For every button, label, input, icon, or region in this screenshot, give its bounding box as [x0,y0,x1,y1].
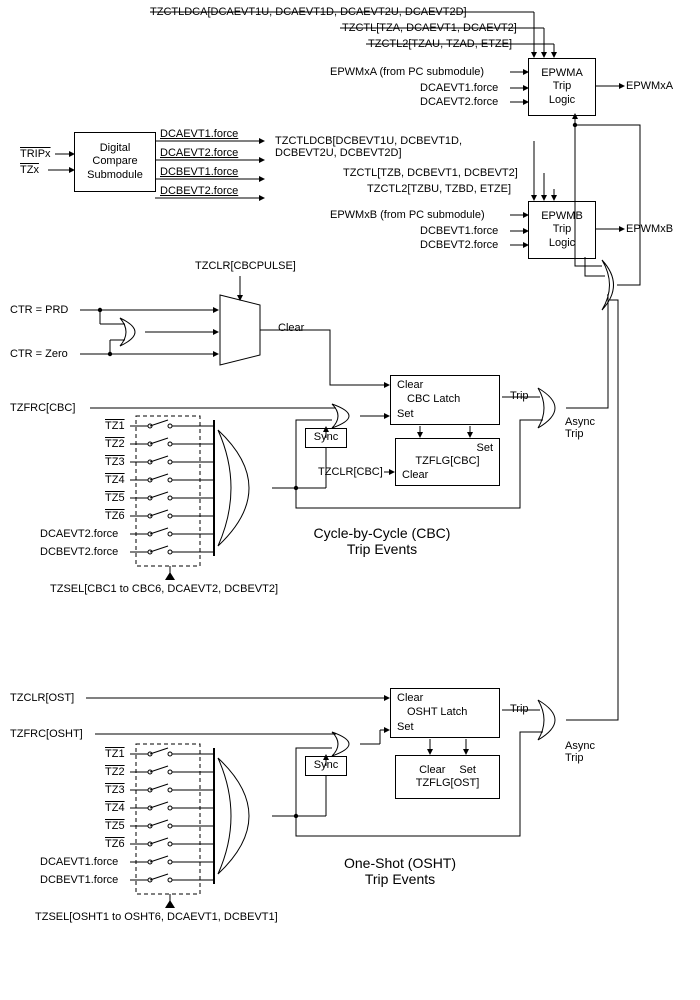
cbc-tz3: TZ3 [105,456,125,468]
label-tzclr-cbc: TZCLR[CBC] [318,466,383,478]
osht-dcb1f: DCBEVT1.force [40,874,118,886]
osht-flg-name: TZFLG[OST] [416,777,480,790]
label-dcb1force: DCBEVT1.force [420,225,498,237]
cbc-dcb2f: DCBEVT2.force [40,546,118,558]
box-cbc-flag: Set TZFLG[CBC] Clear [395,438,500,486]
cbc-latch-set: Set [397,408,414,421]
cbc-tz5: TZ5 [105,492,125,504]
label-tzclr-ost: TZCLR[OST] [10,692,74,704]
muxsel-01: 01 [228,305,239,316]
box-osht-flag: Clear Set TZFLG[OST] [395,755,500,799]
label-tzctl2-b: TZCTL2[TZBU, TZBD, ETZE] [367,183,511,195]
cbc-latch-clear: Clear [397,379,423,392]
osht-dca1f: DCAEVT1.force [40,856,118,868]
osht-tz1: TZ1 [105,748,125,760]
label-dca1force: DCAEVT1.force [420,82,498,94]
osht-latch-set: Set [397,721,414,734]
muxsel-00: 00 [228,345,239,356]
label-tzctldcb: TZCTLDCB[DCBEVT1U, DCBEVT1D, DCBEVT2U, D… [275,135,462,159]
label-tzctl2-a: TZCTL2[TZAU, TZAD, ETZE] [368,38,512,50]
box-digital-compare: Digital Compare Submodule [74,132,156,192]
label-epwmxa-in: EPWMxA (from PC submodule) [330,66,484,78]
label-tzctl-b: TZCTL[TZB, DCBEVT1, DCBEVT2] [343,167,518,179]
box-cbc-latch: Clear CBC Latch Set [390,375,500,425]
box-epwmb-trip-logic: EPWMB Trip Logic [528,201,596,259]
muxsel-10: 10 [228,325,239,336]
label-tripx: TRIPx [20,148,51,160]
label-epwmxa-out: EPWMxA [626,80,673,92]
label-cbc-trip: Trip [510,390,529,402]
box-osht-latch: Clear OSHT Latch Set [390,688,500,738]
cbc-dca2f: DCAEVT2.force [40,528,118,540]
label-dcaevt2f: DCAEVT2.force [160,147,238,159]
label-tzclr-cbcpulse: TZCLR[CBCPULSE] [195,260,296,272]
label-dcb2force: DCBEVT2.force [420,239,498,251]
label-ctr-zero: CTR = Zero [10,348,68,360]
title-cbc: Cycle-by-Cycle (CBC) Trip Events [282,525,482,557]
label-tzctldca: TZCTLDCA[DCAEVT1U, DCAEVT1D, DCAEVT2U, D… [150,6,467,18]
label-dca2force: DCAEVT2.force [420,96,498,108]
osht-tz2: TZ2 [105,766,125,778]
label-dcbevt2f: DCBEVT2.force [160,185,238,197]
box-cbc-sync: Sync [305,428,347,448]
label-dcaevt1f: DCAEVT1.force [160,128,238,140]
osht-latch-name: OSHT Latch [407,706,467,719]
osht-flg-clear: Clear [419,764,445,777]
title-osht: One-Shot (OSHT) Trip Events [300,855,500,887]
osht-tz5: TZ5 [105,820,125,832]
cbc-tz2: TZ2 [105,438,125,450]
label-tzfrc-osht: TZFRC[OSHT] [10,728,83,740]
osht-latch-clear: Clear [397,692,423,705]
cbc-latch-name: CBC Latch [407,393,460,406]
label-tzx: TZx [20,164,39,176]
label-tzsel-cbc: TZSEL[CBC1 to CBC6, DCAEVT2, DCBEVT2] [50,583,278,595]
label-osht-trip: Trip [510,703,529,715]
cbc-tz4: TZ4 [105,474,125,486]
osht-tz4: TZ4 [105,802,125,814]
label-tzsel-osht: TZSEL[OSHT1 to OSHT6, DCAEVT1, DCBEVT1] [35,911,278,923]
box-osht-sync: Sync [305,756,347,776]
osht-tz6: TZ6 [105,838,125,850]
label-osht-async-trip: Async Trip [565,740,595,764]
osht-flg-set: Set [459,764,476,777]
cbc-flg-name: TZFLG[CBC] [415,455,479,468]
cbc-tz6: TZ6 [105,510,125,522]
cbc-tz1: TZ1 [105,420,125,432]
label-epwmxb-in: EPWMxB (from PC submodule) [330,209,485,221]
label-tzfrc-cbc: TZFRC[CBC] [10,402,75,414]
label-cbc-async-trip: Async Trip [565,416,595,440]
label-ctr-prd: CTR = PRD [10,304,68,316]
label-tzctl-a: TZCTL[TZA, DCAEVT1, DCAEVT2] [342,22,517,34]
label-mux-clear: Clear [278,322,304,334]
label-epwmxb-out: EPWMxB [626,223,673,235]
cbc-flg-set: Set [476,442,493,455]
box-epwma-trip-logic: EPWMA Trip Logic [528,58,596,116]
cbc-flg-clear: Clear [402,469,428,482]
osht-tz3: TZ3 [105,784,125,796]
label-dcbevt1f: DCBEVT1.force [160,166,238,178]
